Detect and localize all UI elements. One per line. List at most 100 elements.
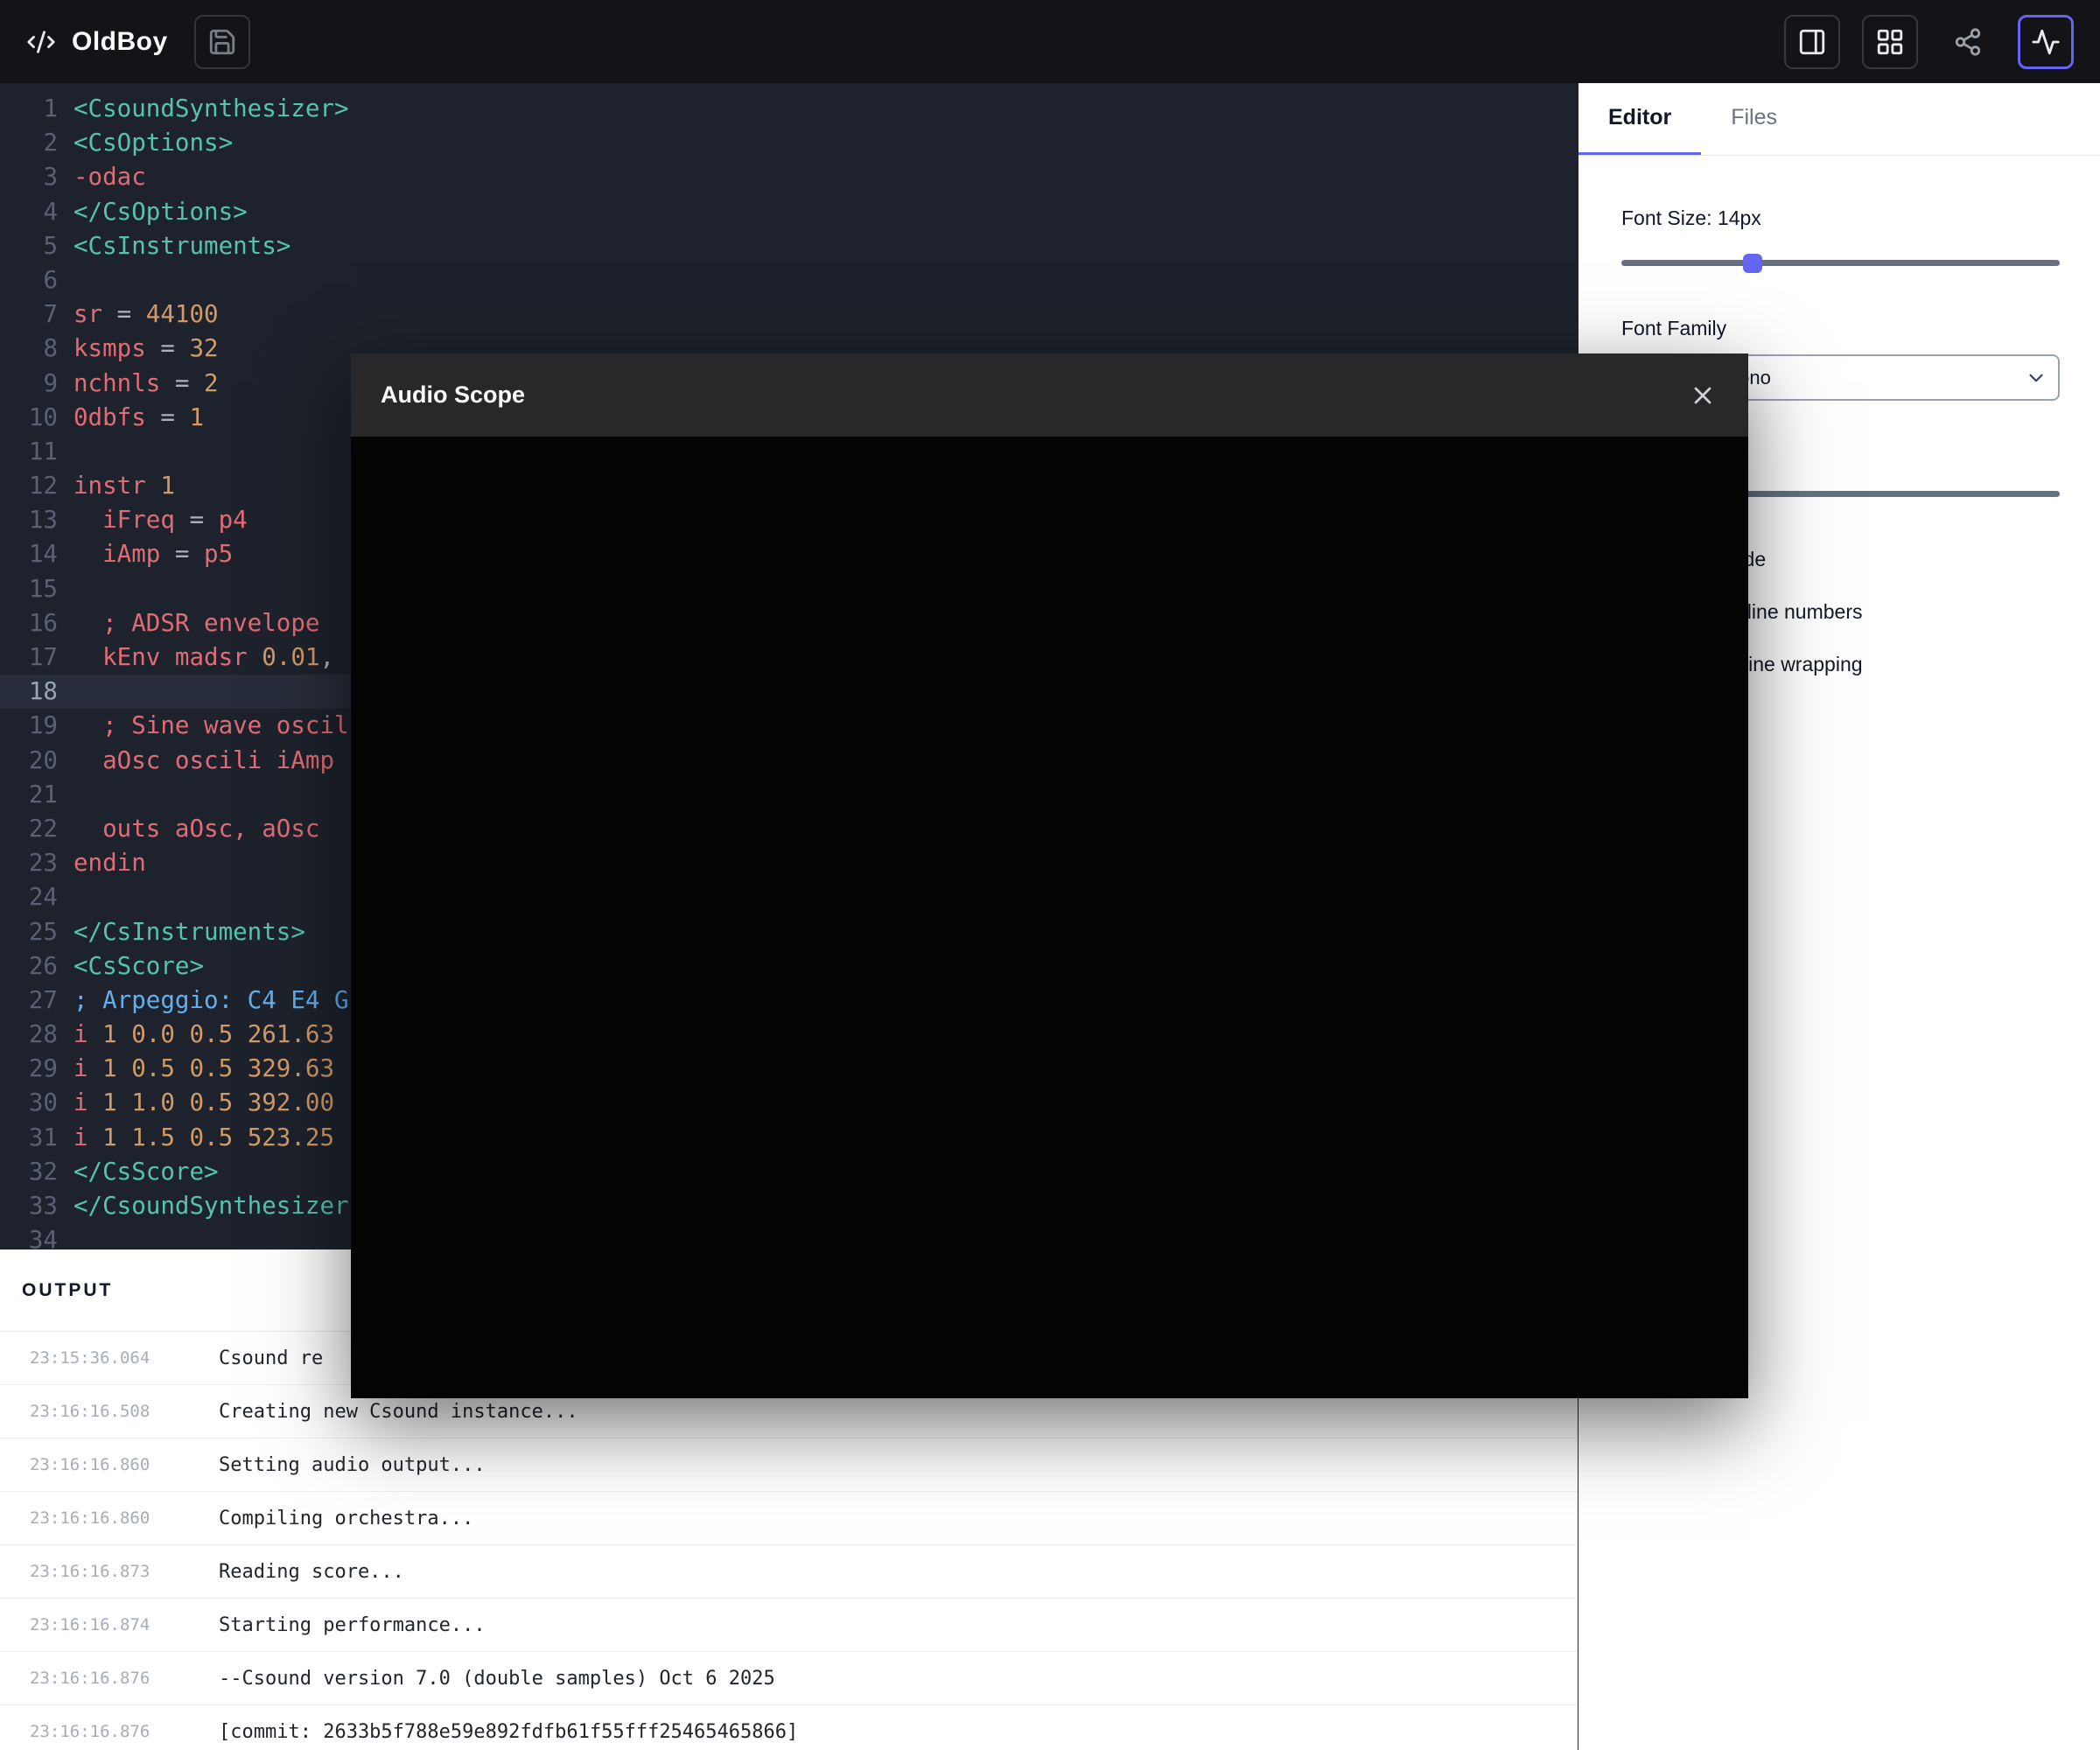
code-line[interactable]: 1<CsoundSynthesizer> — [0, 92, 1578, 126]
modal-header: Audio Scope — [351, 354, 1748, 437]
line-number: 22 — [0, 812, 58, 846]
chevron-down-icon — [2025, 367, 2048, 389]
log-message: Csound re — [219, 1348, 323, 1369]
log-timestamp: 23:16:16.508 — [0, 1402, 219, 1421]
line-number: 27 — [0, 984, 58, 1018]
font-size-label: Font Size: 14px — [1621, 206, 2060, 230]
code-line[interactable]: 6 — [0, 263, 1578, 298]
line-number: 17 — [0, 640, 58, 675]
code-text — [58, 435, 74, 469]
code-text: i 1 1.0 0.5 392.00 — [58, 1086, 334, 1120]
log-row: 23:16:16.860Compiling orchestra... — [0, 1492, 1578, 1545]
tab-files[interactable]: Files — [1701, 83, 1807, 155]
code-text — [58, 572, 74, 606]
log-message: [commit: 2633b5f788e59e892fdfb61f55fff25… — [219, 1721, 798, 1743]
log-timestamp: 23:16:16.876 — [0, 1722, 219, 1741]
code-text: iAmp = p5 — [58, 537, 233, 571]
code-text: <CsOptions> — [58, 126, 233, 160]
audio-scope-modal: Audio Scope — [351, 354, 1748, 1398]
log-timestamp: 23:16:16.873 — [0, 1562, 219, 1581]
code-text — [58, 675, 74, 709]
line-number: 26 — [0, 949, 58, 984]
line-number: 34 — [0, 1223, 58, 1250]
line-number: 15 — [0, 572, 58, 606]
line-number: 3 — [0, 160, 58, 194]
line-number: 30 — [0, 1086, 58, 1120]
font-size-slider-thumb[interactable] — [1743, 254, 1762, 273]
line-number: 32 — [0, 1155, 58, 1189]
code-line[interactable]: 5<CsInstruments> — [0, 229, 1578, 263]
log-timestamp: 23:16:16.876 — [0, 1669, 219, 1688]
code-text: outs aOsc, aOsc — [58, 812, 319, 846]
save-icon — [207, 27, 237, 57]
font-size-slider[interactable] — [1621, 260, 2060, 266]
line-number: 29 — [0, 1052, 58, 1086]
line-number: 2 — [0, 126, 58, 160]
log-message: Starting performance... — [219, 1614, 486, 1636]
code-text: i 1 0.0 0.5 261.63 — [58, 1018, 334, 1052]
log-message: Creating new Csound instance... — [219, 1401, 578, 1423]
audio-scope-button[interactable] — [2018, 15, 2074, 69]
log-row: 23:16:16.873Reading score... — [0, 1545, 1578, 1599]
code-text: <CsInstruments> — [58, 229, 290, 263]
code-text: </CsoundSynthesizer — [58, 1189, 349, 1223]
line-number: 12 — [0, 469, 58, 503]
line-number: 19 — [0, 709, 58, 743]
log-row: 23:16:16.876--Csound version 7.0 (double… — [0, 1652, 1578, 1705]
line-number: 16 — [0, 606, 58, 640]
code-text — [58, 1223, 74, 1250]
code-text: sr = 44100 — [58, 298, 219, 332]
topbar: OldBoy — [0, 0, 2100, 83]
code-line[interactable]: 7sr = 44100 — [0, 298, 1578, 332]
code-line[interactable]: 3-odac — [0, 160, 1578, 194]
code-text: ksmps = 32 — [58, 332, 219, 366]
code-line[interactable]: 4</CsOptions> — [0, 195, 1578, 229]
topbar-actions — [1784, 15, 2074, 69]
line-number: 7 — [0, 298, 58, 332]
layout-grid-button[interactable] — [1862, 15, 1918, 69]
line-number: 8 — [0, 332, 58, 366]
panel-toggle-button[interactable] — [1784, 15, 1840, 69]
line-number: 10 — [0, 401, 58, 435]
line-number: 11 — [0, 435, 58, 469]
code-text: iFreq = p4 — [58, 503, 248, 537]
line-number: 1 — [0, 92, 58, 126]
modal-title: Audio Scope — [381, 382, 525, 409]
code-text: i 1 0.5 0.5 329.63 — [58, 1052, 334, 1086]
log-message: --Csound version 7.0 (double samples) Oc… — [219, 1668, 775, 1690]
audio-scope-canvas — [351, 437, 1748, 1398]
sidebar-tabs: EditorFiles — [1578, 83, 2100, 156]
log-message: Setting audio output... — [219, 1454, 486, 1476]
code-text: aOsc oscili iAmp — [58, 744, 334, 778]
line-number: 9 — [0, 367, 58, 401]
code-text: nchnls = 2 — [58, 367, 219, 401]
code-text: ; Arpeggio: C4 E4 G — [58, 984, 349, 1018]
activity-icon — [2031, 27, 2061, 57]
code-text — [58, 880, 74, 914]
line-number: 4 — [0, 195, 58, 229]
log-timestamp: 23:16:16.860 — [0, 1455, 219, 1474]
log-message: Compiling orchestra... — [219, 1508, 473, 1530]
share-icon — [1953, 27, 1983, 57]
tab-editor[interactable]: Editor — [1578, 83, 1701, 155]
code-line[interactable]: 2<CsOptions> — [0, 126, 1578, 160]
code-text: -odac — [58, 160, 146, 194]
line-number: 23 — [0, 846, 58, 880]
share-button[interactable] — [1940, 15, 1996, 69]
code-text: ; ADSR envelope — [58, 606, 319, 640]
line-number: 20 — [0, 744, 58, 778]
line-number: 21 — [0, 778, 58, 812]
log-timestamp: 23:16:16.874 — [0, 1615, 219, 1634]
code-text: </CsOptions> — [58, 195, 248, 229]
log-row: 23:16:16.874Starting performance... — [0, 1599, 1578, 1652]
code-text: <CsoundSynthesizer> — [58, 92, 349, 126]
code-icon — [26, 27, 56, 57]
log-message: Reading score... — [219, 1561, 404, 1583]
line-number: 6 — [0, 263, 58, 298]
code-text: kEnv madsr 0.01, — [58, 640, 334, 675]
code-text: ; Sine wave oscil — [58, 709, 349, 743]
modal-close-button[interactable] — [1689, 382, 1717, 410]
save-button[interactable] — [194, 15, 250, 69]
line-number: 25 — [0, 915, 58, 949]
log-timestamp: 23:16:16.860 — [0, 1508, 219, 1528]
